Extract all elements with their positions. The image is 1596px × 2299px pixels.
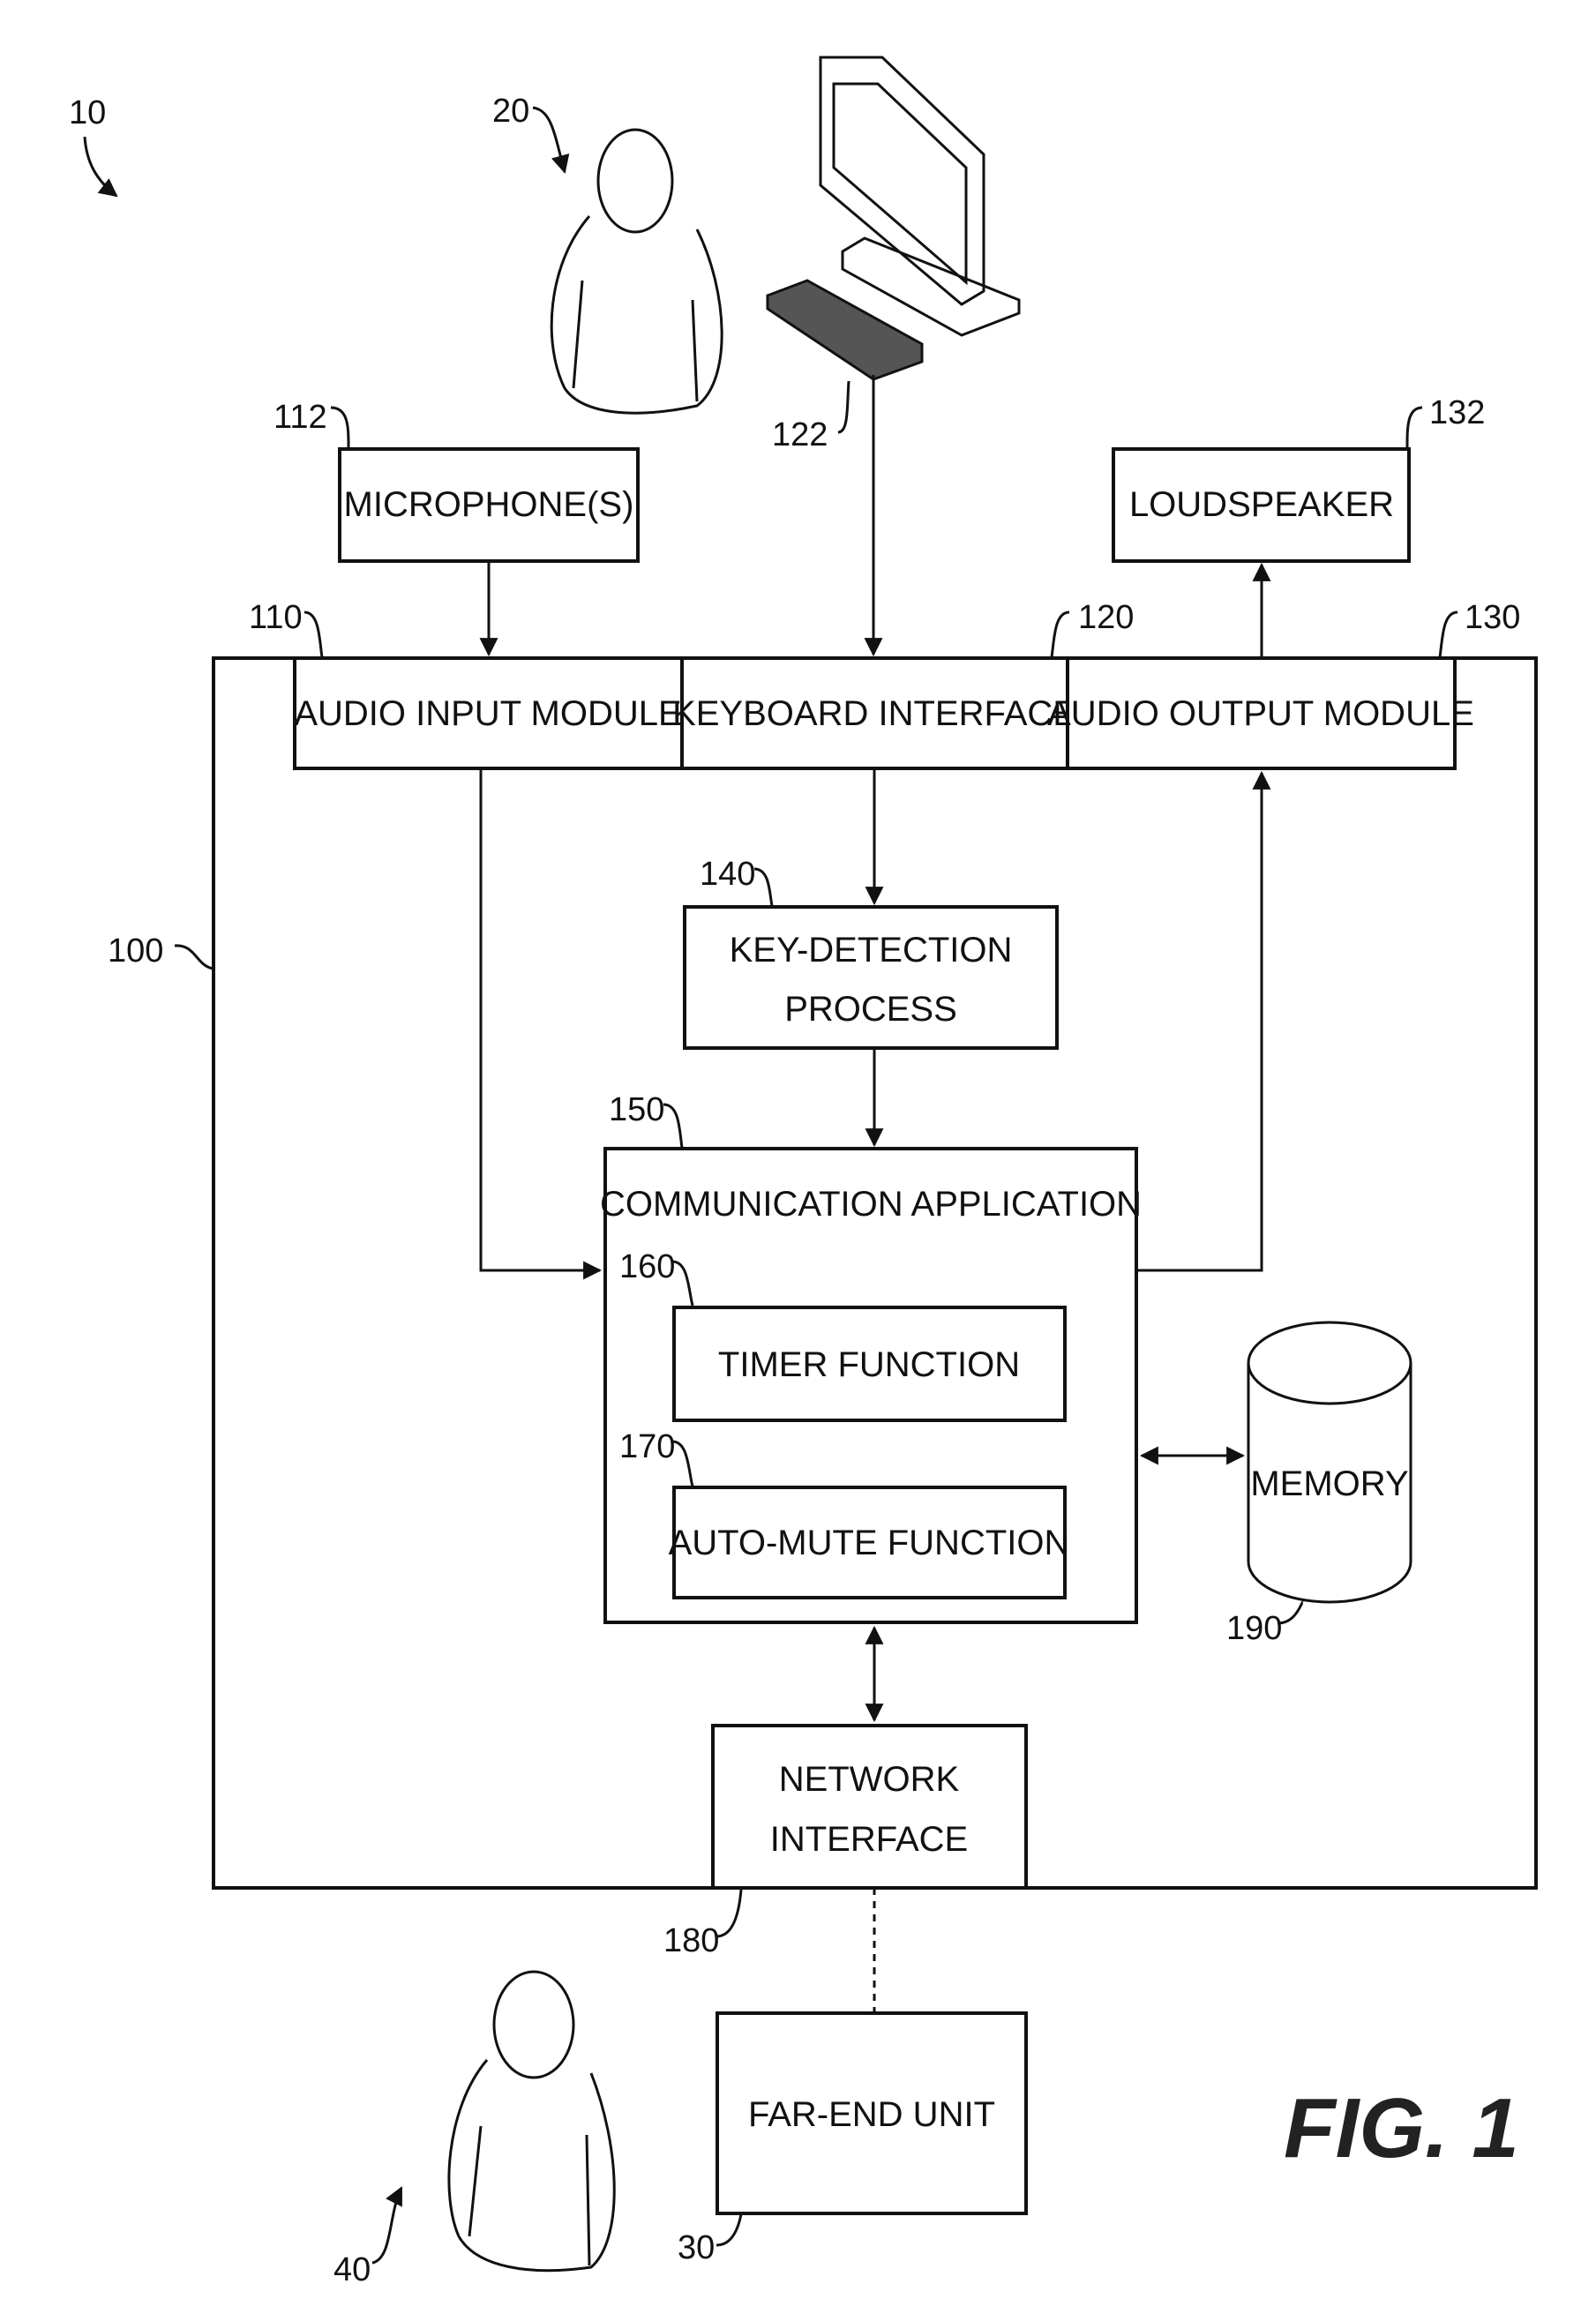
network-interface-block: NETWORK INTERFACE 180 [663,1724,1028,1959]
ref-130-leader [1438,610,1458,658]
figure-title: FIG. 1 [1284,2081,1519,2175]
memory-label: MEMORY [1250,1464,1408,1503]
app-to-audio-output-arrow [1136,770,1271,1272]
timer-function-label: TIMER FUNCTION [718,1345,1020,1384]
user-arm-line [691,299,699,402]
audio-output-label: AUDIO OUTPUT MODULE [1047,694,1474,733]
audio-input-block: 110 AUDIO INPUT MODULE [249,599,684,770]
audio-input-label: AUDIO INPUT MODULE [294,694,681,733]
ref-112-leader [330,406,350,448]
audio-input-to-app-arrow [479,768,603,1280]
keyboard-interface-block: 120 KEYBOARD INTERFACE [672,599,1134,770]
communication-app-label: COMMUNICATION APPLICATION [600,1185,1142,1224]
memory-block: MEMORY 190 [1226,1321,1412,1647]
ref-100: 100 [108,932,163,970]
ref-30: 30 [678,2229,715,2266]
ref-122: 122 [772,416,828,453]
communication-app-block: 150 COMMUNICATION APPLICATION 160 TIMER … [600,1091,1142,1624]
ref-122-leader [837,380,850,434]
ref-140: 140 [700,856,755,893]
ref-20-arrow [532,106,570,175]
far-end-unit-block: 30 FAR-END UNIT 30 [678,2011,1028,2266]
far-user-arm-line [585,2134,591,2266]
ref-40: 40 [333,2251,371,2288]
ref-20: 20 [492,93,529,130]
ref-140-leader [753,867,774,907]
loudspeaker-block: 132 LOUDSPEAKER [1112,394,1485,563]
ref-170: 170 [619,1428,675,1465]
ref-150: 150 [609,1091,664,1128]
monitor-outline [819,56,985,306]
key-detection-label-line2: PROCESS [784,990,957,1029]
ref-110-leader [303,610,324,658]
far-end-user: 40 [333,1970,616,2288]
ref-180-leader [716,1889,743,1938]
ref-130: 130 [1465,599,1520,636]
far-user-head-icon [492,1970,575,2079]
far-user-arm-line [468,2125,483,2237]
ref-10-arrow [83,136,118,198]
ref-190: 190 [1226,1610,1282,1647]
ref-132-leader [1405,406,1423,448]
ref-40-arrow [371,2186,403,2265]
ref-120: 120 [1078,599,1134,636]
ref-100-leader [174,944,214,970]
near-end-user: 20 [492,93,723,415]
ref-112: 112 [273,399,327,436]
ref-30-leader [716,2213,743,2247]
microphone-block: 112 MICROPHONE(S) [273,399,640,563]
key-detection-label-line1: KEY-DETECTION [730,931,1013,970]
ref-132: 132 [1429,394,1485,431]
network-interface-box [711,1724,1028,1890]
patent-diagram: 10 20 122 112 MICROPHONE(S) 132 LOUDSPEA… [69,56,1538,2288]
memory-cylinder-top [1247,1321,1412,1405]
far-end-unit-label: FAR-END UNIT [748,2095,995,2134]
ref-160: 160 [619,1248,675,1285]
ref-180: 180 [663,1922,719,1959]
ref-10: 10 [69,94,106,131]
ref-150-leader [663,1103,684,1149]
network-interface-label-line1: NETWORK [779,1760,960,1799]
ref-110: 110 [249,599,303,636]
loudspeaker-label: LOUDSPEAKER [1129,485,1394,524]
user-arm-line [572,280,584,389]
auto-mute-function-label: AUTO-MUTE FUNCTION [669,1524,1070,1562]
user-head-icon [596,128,674,234]
key-detection-block: 140 KEY-DETECTION PROCESS [683,856,1059,1050]
microphone-label: MICROPHONE(S) [344,485,634,524]
network-interface-label-line2: INTERFACE [770,1820,968,1859]
system-reference: 10 [69,94,118,198]
ref-120-leader [1050,610,1070,658]
keyboard-icon [766,279,924,381]
keyboard-interface-label: KEYBOARD INTERFACE [672,694,1076,733]
computer-icon [766,56,1021,381]
